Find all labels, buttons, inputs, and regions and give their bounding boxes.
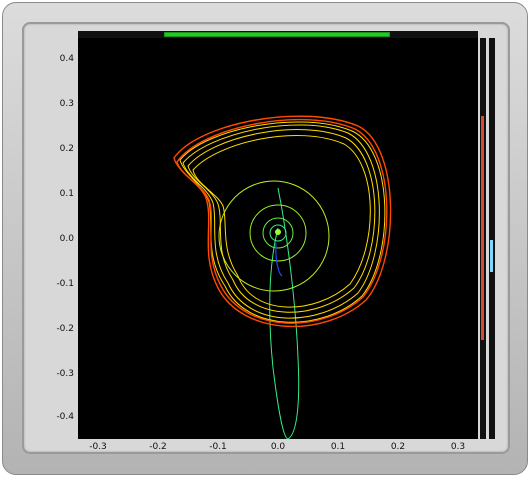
y-tick: 0.4 bbox=[59, 54, 74, 64]
blue-level-fill bbox=[490, 240, 493, 272]
x-tick: 0.3 bbox=[450, 442, 466, 452]
y-tick: -0.3 bbox=[56, 369, 74, 379]
y-tick: 0.3 bbox=[59, 99, 74, 109]
y-tick: -0.1 bbox=[56, 279, 74, 289]
x-tick: 0.2 bbox=[390, 442, 406, 452]
red-level-meter[interactable] bbox=[480, 38, 486, 439]
phase-plot[interactable] bbox=[78, 38, 478, 439]
x-tick: -0.1 bbox=[209, 442, 227, 452]
red-level-fill bbox=[481, 116, 484, 340]
spiral-ring bbox=[275, 229, 281, 235]
y-tick: 0.1 bbox=[59, 189, 74, 199]
blue-level-meter[interactable] bbox=[489, 38, 495, 439]
y-tick: -0.4 bbox=[56, 412, 74, 422]
x-tick: -0.3 bbox=[89, 442, 107, 452]
scrollbar-thumb[interactable] bbox=[164, 32, 390, 37]
x-tick: -0.2 bbox=[149, 442, 167, 452]
y-tick: 0.0 bbox=[59, 234, 74, 244]
x-tick: 0.0 bbox=[270, 442, 286, 452]
x-tick: 0.1 bbox=[330, 442, 346, 452]
y-tick: -0.2 bbox=[56, 324, 74, 334]
y-tick: 0.2 bbox=[59, 144, 74, 154]
spiral-ring bbox=[218, 180, 330, 292]
phase-portrait bbox=[173, 115, 392, 439]
horizontal-scrollbar[interactable] bbox=[78, 31, 478, 38]
